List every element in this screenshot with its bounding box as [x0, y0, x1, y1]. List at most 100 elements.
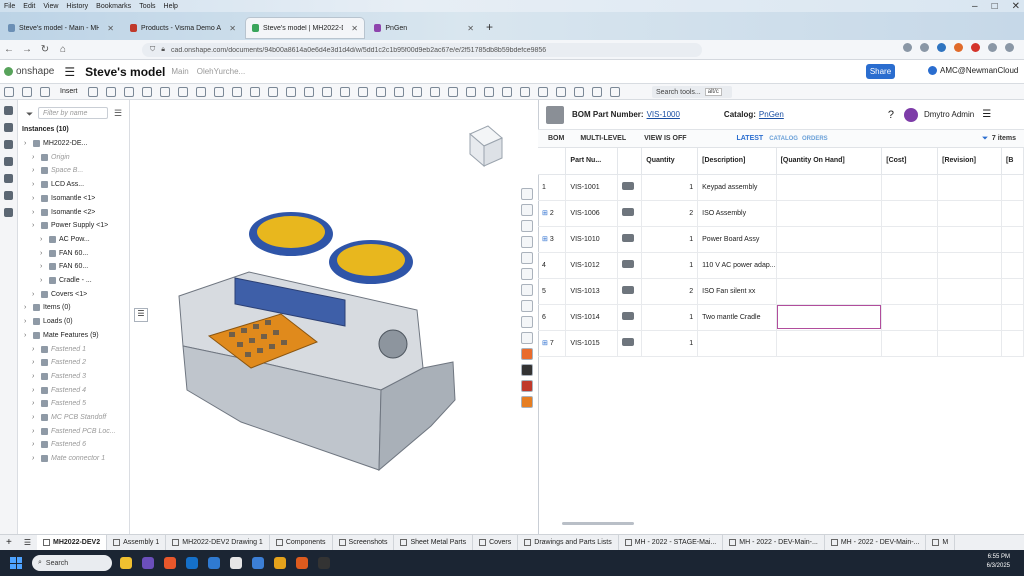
part-number-cell[interactable]: VIS-1012 — [565, 252, 619, 279]
bom-dropdown[interactable]: BOM — [548, 135, 564, 142]
chevron-right-icon[interactable]: › — [32, 154, 38, 161]
tree-item[interactable]: › AC Pow... — [40, 235, 90, 243]
outlook-icon[interactable] — [186, 557, 198, 569]
tree-item[interactable]: › FAN 60... — [40, 249, 88, 257]
tool-icon[interactable] — [521, 332, 533, 344]
share-button[interactable]: Share — [866, 64, 895, 79]
tree-item[interactable]: › LCD Ass... — [32, 181, 84, 189]
expand-icon[interactable]: ⊞ — [542, 210, 550, 217]
tool-icon[interactable] — [195, 86, 206, 97]
tool-icon[interactable] — [521, 236, 533, 248]
tab-list-icon[interactable]: ☰ — [18, 538, 37, 547]
menu-tools[interactable]: Tools — [139, 3, 155, 10]
tree-item[interactable]: › Cradle - ... — [40, 277, 92, 284]
tool-icon[interactable] — [521, 252, 533, 264]
tool-icon[interactable] — [393, 86, 404, 97]
chevron-right-icon[interactable]: › — [40, 263, 46, 270]
b-cell[interactable] — [1001, 278, 1024, 305]
instances-header[interactable]: Instances (10) — [22, 126, 69, 133]
part-number-cell[interactable]: VIS-1015 — [565, 330, 619, 357]
tree-item[interactable]: › Space B... — [32, 167, 83, 175]
tool-icon[interactable] — [555, 86, 566, 97]
tool-icon[interactable] — [537, 86, 548, 97]
document-tab[interactable]: Drawings and Parts Lists — [518, 535, 619, 550]
chevron-right-icon[interactable]: › — [32, 455, 38, 462]
expand-icon[interactable]: ⊞ — [542, 340, 550, 347]
tool-icon[interactable] — [159, 86, 170, 97]
add-tab-icon[interactable]: + — [0, 537, 18, 548]
quantity-cell[interactable]: 1 — [641, 304, 699, 331]
revision-cell[interactable] — [937, 226, 1002, 253]
quantity-cell[interactable]: 2 — [641, 200, 699, 227]
b-cell[interactable] — [1001, 174, 1024, 201]
forward-icon[interactable]: → — [18, 44, 36, 55]
menu-view[interactable]: View — [43, 3, 58, 10]
tree-item[interactable]: › Fastened 4 — [32, 386, 86, 394]
linkedin-icon[interactable] — [937, 43, 946, 52]
tool-icon[interactable] — [303, 86, 314, 97]
bom-row[interactable]: ⊞ 7 VIS-1015 1 — [538, 330, 1024, 357]
tab-close-icon[interactable]: ✕ — [229, 24, 236, 33]
document-tab[interactable]: Sheet Metal Parts — [394, 535, 474, 550]
revision-cell[interactable] — [937, 174, 1002, 201]
close-icon[interactable]: ✕ — [1012, 1, 1020, 12]
b-cell[interactable] — [1001, 200, 1024, 227]
menu-help[interactable]: Help — [164, 3, 178, 10]
vscode-icon[interactable] — [252, 557, 264, 569]
tree-item[interactable]: › Items (0) — [24, 304, 71, 312]
bom-row[interactable]: 4 VIS-1012 1 110 V AC power adap... — [538, 252, 1024, 279]
quantity-on-hand-cell[interactable] — [776, 200, 883, 227]
tool-icon[interactable] — [573, 86, 584, 97]
chevron-right-icon[interactable]: › — [32, 359, 38, 366]
history-icon[interactable] — [4, 191, 13, 200]
quantity-cell[interactable]: 1 — [641, 174, 699, 201]
tab-close-icon[interactable]: ✕ — [351, 24, 358, 33]
tool-icon[interactable] — [447, 86, 458, 97]
col-cost[interactable]: [Cost] — [881, 148, 939, 175]
document-tab[interactable]: MH - 2022 - DEV-Main-... — [723, 535, 825, 550]
tree-item[interactable]: › Fastened PCB Loc... — [32, 427, 116, 435]
tool-icon[interactable] — [141, 86, 152, 97]
revision-cell[interactable] — [937, 330, 1002, 357]
tree-item[interactable]: › Loads (0) — [24, 318, 73, 326]
firefox-icon[interactable] — [164, 557, 176, 569]
app-icon[interactable] — [120, 557, 132, 569]
quantity-cell[interactable]: 1 — [641, 226, 699, 253]
chevron-right-icon[interactable]: › — [40, 250, 46, 257]
chevron-right-icon[interactable]: › — [24, 318, 30, 325]
tree-menu-icon[interactable]: ☰ — [114, 108, 122, 119]
bom-row[interactable]: ⊞ 3 VIS-1010 1 Power Board Assy — [538, 226, 1024, 253]
chevron-right-icon[interactable]: › — [32, 222, 38, 229]
app-icon[interactable] — [142, 557, 154, 569]
star-icon[interactable] — [920, 43, 929, 52]
taskbar-search[interactable]: ⌕ Search — [32, 555, 112, 571]
tool-icon[interactable] — [501, 86, 512, 97]
menu-file[interactable]: File — [4, 3, 15, 10]
tool-icon[interactable] — [231, 86, 242, 97]
tool-icon[interactable] — [521, 316, 533, 328]
minimize-icon[interactable]: – — [972, 1, 978, 12]
tool-icon[interactable] — [105, 86, 116, 97]
tool-icon[interactable] — [521, 204, 533, 216]
chevron-right-icon[interactable]: › — [32, 387, 38, 394]
menu-icon[interactable]: ☰ — [982, 109, 991, 120]
tree-item[interactable]: › Covers <1> — [32, 290, 87, 298]
bom-row[interactable]: ⊞ 2 VIS-1006 2 ISO Assembly — [538, 200, 1024, 227]
tree-item[interactable]: › MC PCB Standoff — [32, 414, 106, 421]
chrome-icon[interactable] — [274, 557, 286, 569]
app-icon[interactable] — [521, 364, 533, 376]
tree-item[interactable]: › Mate connector 1 — [32, 455, 105, 463]
cost-cell[interactable] — [881, 174, 939, 201]
col-revision[interactable]: [Revision] — [937, 148, 1002, 175]
document-tab[interactable]: MH2022-DEV2 Drawing 1 — [166, 535, 270, 550]
new-tab-icon[interactable]: + — [486, 20, 493, 34]
quantity-on-hand-cell[interactable] — [776, 174, 883, 201]
chevron-right-icon[interactable]: › — [32, 373, 38, 380]
tree-filter-input[interactable]: Filter by name — [38, 107, 108, 119]
tool-icon[interactable] — [339, 86, 350, 97]
comments-icon[interactable] — [4, 140, 13, 149]
tool-icon[interactable] — [519, 86, 530, 97]
bom-row[interactable]: 6 VIS-1014 1 Two mantle Cradle — [538, 304, 1024, 331]
chevron-right-icon[interactable]: › — [32, 441, 38, 448]
document-tab[interactable]: Covers — [473, 535, 519, 550]
